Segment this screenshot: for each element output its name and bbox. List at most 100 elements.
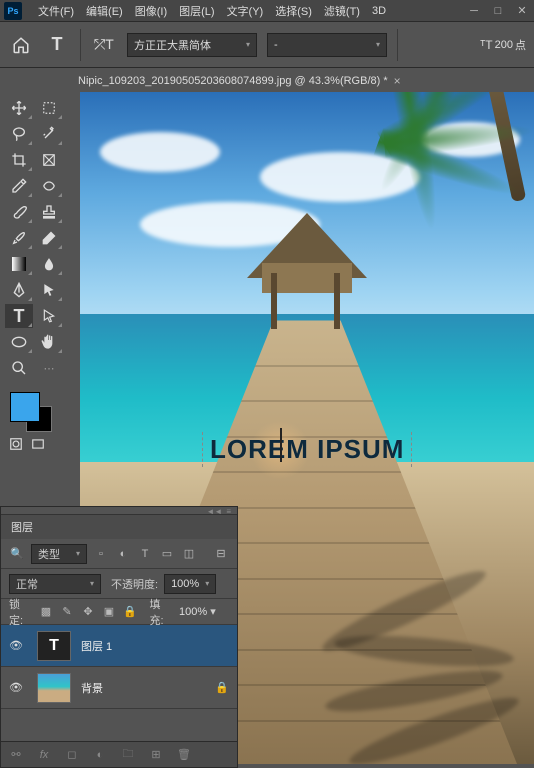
quick-mask-icon[interactable] <box>8 436 24 452</box>
zoom-tool[interactable] <box>5 356 33 380</box>
crop-tool[interactable] <box>5 148 33 172</box>
panel-collapse-icon[interactable]: ◄◄ <box>206 507 222 514</box>
app-logo: Ps <box>4 2 22 20</box>
eraser-tool[interactable] <box>35 226 63 250</box>
menu-type[interactable]: 文字(Y) <box>221 0 270 22</box>
text-cursor <box>280 428 282 462</box>
link-layers-icon[interactable]: ⚯ <box>9 748 23 761</box>
blend-mode-value: 正常 <box>16 576 38 592</box>
layer-filter-dropdown[interactable]: 类型 ▾ <box>31 544 87 564</box>
blend-mode-dropdown[interactable]: 正常 ▾ <box>9 574 101 594</box>
font-family-value: 方正正大黑简体 <box>134 37 211 53</box>
document-tab-title: Nipic_109203_20190505203608074899.jpg @ … <box>78 75 388 87</box>
hand-tool[interactable] <box>35 330 63 354</box>
layer-filter-label: 类型 <box>38 546 60 562</box>
path-selection-tool[interactable] <box>35 278 63 302</box>
layer-name[interactable]: 图层 1 <box>81 638 112 654</box>
menu-file[interactable]: 文件(F) <box>32 0 80 22</box>
opacity-input[interactable]: 100% ▾ <box>164 574 216 594</box>
lock-image-icon[interactable]: ✎ <box>60 604 75 620</box>
delete-layer-icon[interactable]: 🗑 <box>177 748 191 761</box>
frame-tool[interactable] <box>35 148 63 172</box>
filter-smart-icon[interactable]: ◫ <box>181 546 197 562</box>
chevron-down-icon: ▾ <box>376 40 380 49</box>
layers-panel-tab[interactable]: 图层 <box>1 515 237 539</box>
layer-thumbnail[interactable] <box>37 673 71 703</box>
close-icon[interactable]: × <box>394 74 401 88</box>
window-close-button[interactable]: ✕ <box>510 2 534 20</box>
home-icon[interactable] <box>8 32 34 58</box>
visibility-toggle-icon[interactable]: 👁 <box>9 681 27 694</box>
blur-tool[interactable] <box>35 252 63 276</box>
font-size-unit: 点 <box>515 37 526 53</box>
chevron-down-icon: ▾ <box>76 549 80 558</box>
menu-filter[interactable]: 滤镜(T) <box>318 0 366 22</box>
history-brush-tool[interactable] <box>5 226 33 250</box>
lock-transparent-icon[interactable]: ▩ <box>39 604 54 620</box>
magic-wand-tool[interactable] <box>35 122 63 146</box>
canvas-text-layer[interactable]: LOREM IPSUM <box>206 432 408 467</box>
lasso-tool[interactable] <box>5 122 33 146</box>
menu-3d[interactable]: 3D <box>366 2 392 20</box>
layer-item[interactable]: 👁 T 图层 1 <box>1 625 237 667</box>
new-layer-icon[interactable]: ⊞ <box>149 748 163 761</box>
brush-tool[interactable] <box>5 200 33 224</box>
text-orientation-toggle-icon[interactable]: ⤱T <box>91 32 117 58</box>
edit-toolbar-icon[interactable]: ⋯ <box>35 356 63 380</box>
window-minimize-button[interactable]: ─ <box>462 2 486 20</box>
opacity-label: 不透明度: <box>111 576 158 592</box>
font-size-value[interactable]: 200 <box>495 39 513 51</box>
layer-mask-icon[interactable]: ◻ <box>65 748 79 761</box>
chevron-down-icon: ▾ <box>210 606 216 618</box>
foreground-color-swatch[interactable] <box>10 392 40 422</box>
lock-label: 锁定: <box>9 596 33 628</box>
panel-menu-icon[interactable]: ≡ <box>226 507 231 514</box>
opacity-value: 100% <box>171 578 199 590</box>
filter-pixel-icon[interactable]: ▫ <box>93 546 109 562</box>
lock-artboard-icon[interactable]: ▣ <box>102 604 117 620</box>
filter-shape-icon[interactable]: ▭ <box>159 546 175 562</box>
fill-input[interactable]: 100% ▾ <box>179 605 229 618</box>
fill-value: 100% <box>179 606 207 618</box>
lock-icon: 🔒 <box>215 681 229 694</box>
type-tool[interactable]: T <box>5 304 33 328</box>
layer-style-icon[interactable]: fx <box>37 749 51 761</box>
layer-item[interactable]: 👁 背景 🔒 <box>1 667 237 709</box>
gradient-tool[interactable] <box>5 252 33 276</box>
lock-position-icon[interactable]: ✥ <box>81 604 96 620</box>
move-tool[interactable] <box>5 96 33 120</box>
adjustment-layer-icon[interactable]: ◐ <box>93 749 107 761</box>
group-icon[interactable]: 🗀 <box>121 745 135 764</box>
font-style-dropdown[interactable]: - ▾ <box>267 33 387 57</box>
marquee-tool[interactable] <box>35 96 63 120</box>
font-family-dropdown[interactable]: 方正正大黑简体 ▾ <box>127 33 257 57</box>
font-size-icon: ᵀT <box>480 32 493 58</box>
menu-layer[interactable]: 图层(L) <box>173 0 220 22</box>
color-swatches <box>10 392 60 432</box>
stamp-tool[interactable] <box>35 200 63 224</box>
direct-selection-tool[interactable] <box>35 304 63 328</box>
document-tab[interactable]: Nipic_109203_20190505203608074899.jpg @ … <box>72 70 407 92</box>
layer-thumbnail[interactable]: T <box>37 631 71 661</box>
layers-panel: ◄◄ ≡ 图层 🔍 类型 ▾ ▫ ◐ T ▭ ◫ ⊟ 正常 ▾ 不透明度: 100… <box>0 506 238 768</box>
shape-tool[interactable] <box>5 330 33 354</box>
filter-type-icon[interactable]: T <box>137 546 153 562</box>
filter-adjustment-icon[interactable]: ◐ <box>115 546 131 562</box>
window-maximize-button[interactable]: □ <box>486 2 510 20</box>
filter-toggle-icon[interactable]: ⊟ <box>213 546 229 562</box>
menu-image[interactable]: 图像(I) <box>129 0 173 22</box>
healing-tool[interactable] <box>35 174 63 198</box>
screen-mode-icon[interactable] <box>30 436 46 452</box>
font-style-value: - <box>274 39 278 51</box>
lock-all-icon[interactable]: 🔒 <box>123 604 138 620</box>
layers-panel-title: 图层 <box>11 519 33 535</box>
visibility-toggle-icon[interactable]: 👁 <box>9 639 27 652</box>
type-tool-presets-icon[interactable]: T <box>44 32 70 58</box>
menu-select[interactable]: 选择(S) <box>269 0 318 22</box>
eyedropper-tool[interactable] <box>5 174 33 198</box>
menu-edit[interactable]: 编辑(E) <box>80 0 129 22</box>
pen-tool[interactable] <box>5 278 33 302</box>
layer-name[interactable]: 背景 <box>81 680 103 696</box>
canvas-text-content: LOREM IPSUM <box>210 434 404 464</box>
search-icon[interactable]: 🔍 <box>9 546 25 562</box>
